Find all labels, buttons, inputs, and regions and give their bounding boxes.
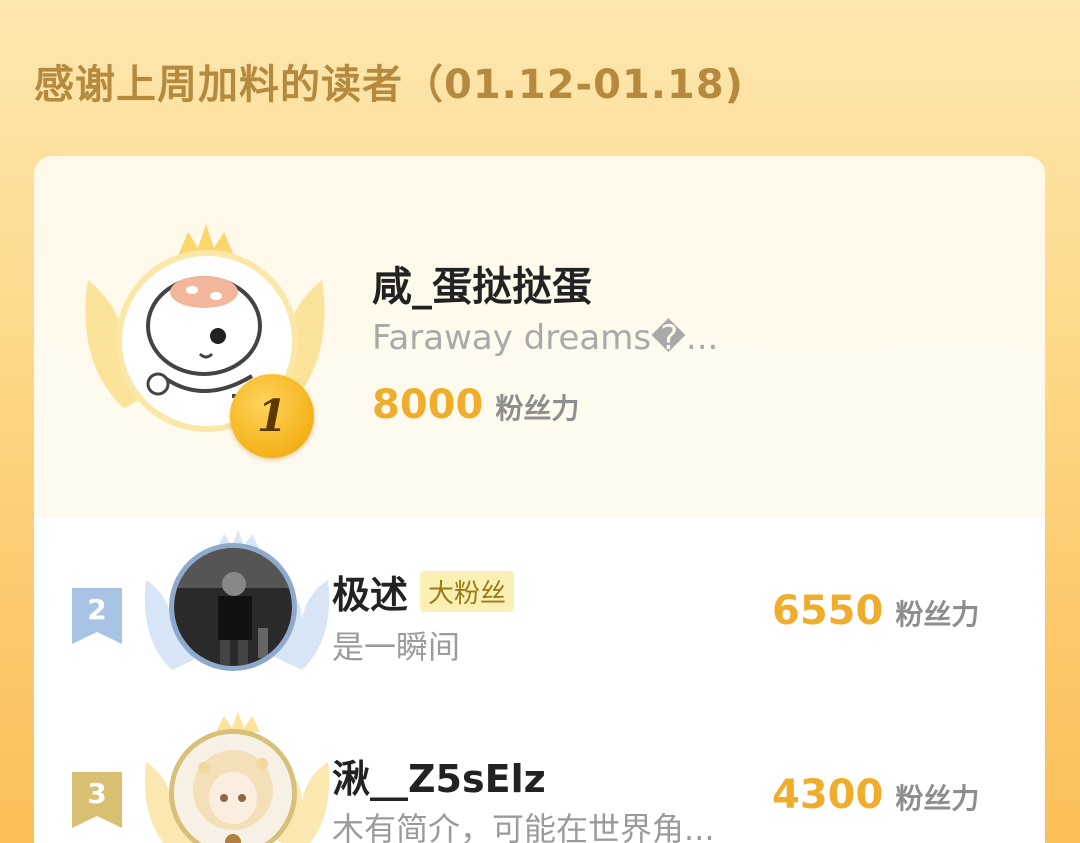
reader-name[interactable]: 湫__Z5sElz (332, 748, 546, 803)
rank-number: 3 (87, 777, 107, 810)
anime-girl-avatar-icon (174, 734, 292, 843)
reader-name-text: 极述 (332, 573, 409, 617)
reader-description: 是一瞬间 (332, 628, 461, 666)
reader-name-text: 湫__Z5sElz (332, 757, 546, 801)
score-unit: 粉丝力 (895, 598, 980, 631)
score-value: 6550 (772, 588, 884, 634)
rank-flag: 3 (72, 772, 122, 828)
top-reader-description: Faraway dreams�... (372, 318, 719, 358)
score-unit: 粉丝力 (895, 782, 980, 815)
reader-score: 6550 粉丝力 (772, 588, 979, 634)
top-reader-score: 8000 粉丝力 (372, 382, 579, 428)
top-reader-name[interactable]: 咸_蛋挞挞蛋 (372, 254, 592, 312)
reader-row[interactable]: 2 极述 大粉丝 是一瞬间 6550 粉丝力 (34, 518, 1045, 688)
reader-avatar[interactable] (174, 548, 292, 666)
reader-row[interactable]: 3 湫__Z5sElz 木有简介，可能在世界角... 4300 粉丝力 (34, 704, 1045, 843)
reader-description: 木有简介，可能在世界角... (332, 810, 715, 843)
score-unit: 粉丝力 (495, 392, 580, 425)
leaderboard-card: 1 咸_蛋挞挞蛋 Faraway dreams�... 8000 粉丝力 2 极… (34, 156, 1045, 843)
score-value: 4300 (772, 772, 884, 818)
reader-score: 4300 粉丝力 (772, 772, 979, 818)
score-value: 8000 (372, 382, 484, 428)
page-title: 感谢上周加料的读者（01.12-01.18) (34, 62, 744, 108)
top-reader-section[interactable]: 1 咸_蛋挞挞蛋 Faraway dreams�... 8000 粉丝力 (34, 156, 1045, 518)
fan-level-badge: 大粉丝 (420, 571, 515, 612)
rank-number: 2 (87, 593, 107, 626)
dark-photo-avatar-icon (174, 548, 292, 666)
reader-name[interactable]: 极述 大粉丝 (332, 564, 515, 619)
rank-flag: 2 (72, 588, 122, 644)
rank-number-badge: 1 (230, 374, 314, 458)
reader-avatar[interactable] (174, 734, 292, 843)
